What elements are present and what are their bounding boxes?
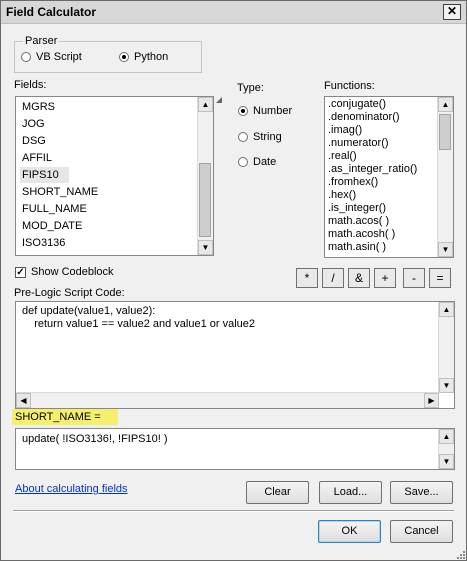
radio-off-icon <box>238 132 248 142</box>
radio-on-icon <box>119 52 129 62</box>
minus-button[interactable]: - <box>403 268 425 288</box>
close-button[interactable]: ✕ <box>443 4 461 20</box>
separator <box>13 510 454 512</box>
scroll-up-icon[interactable]: ▲ <box>439 302 454 317</box>
fields-label: Fields: <box>14 79 47 91</box>
pre-logic-code-editor[interactable]: def update(value1, value2): return value… <box>15 301 455 409</box>
function-item[interactable]: .as_integer_ratio() <box>328 163 417 176</box>
radio-on-icon <box>238 106 248 116</box>
scroll-down-icon[interactable]: ▼ <box>439 454 454 469</box>
function-item[interactable]: .numerator() <box>328 137 389 150</box>
functions-scrollbar[interactable]: ▲ ▼ <box>437 97 453 257</box>
save-button[interactable]: Save... <box>390 481 453 504</box>
type-number-radio[interactable]: Number <box>238 105 292 117</box>
field-calculator-window: Field Calculator ✕ Parser VB Script Pyth… <box>0 0 467 561</box>
function-item[interactable]: math.acosh( ) <box>328 228 395 241</box>
type-number-label: Number <box>253 105 293 117</box>
function-item[interactable]: .denominator() <box>328 111 400 124</box>
radio-off-icon <box>238 157 248 167</box>
multiply-button[interactable]: * <box>296 268 318 288</box>
function-item[interactable]: .is_integer() <box>328 202 386 215</box>
fields-list[interactable]: MGRS JOG DSG AFFIL FIPS10 SHORT_NAME FUL… <box>15 96 214 256</box>
load-button[interactable]: Load... <box>319 481 382 504</box>
field-item[interactable]: FULL_NAME <box>22 201 87 217</box>
about-calculating-fields-link[interactable]: About calculating fields <box>15 483 128 495</box>
functions-list[interactable]: .conjugate() .denominator() .imag() .num… <box>324 96 454 258</box>
field-item-selected[interactable]: FIPS10 <box>20 167 69 183</box>
expression-text: update( !ISO3136!, !FIPS10! ) <box>22 433 168 445</box>
title-bar[interactable]: Field Calculator ✕ <box>1 1 466 24</box>
function-item[interactable]: .imag() <box>328 124 362 137</box>
scroll-up-icon[interactable]: ▲ <box>438 97 453 112</box>
parser-vbscript-label: VB Script <box>36 51 82 63</box>
type-string-label: String <box>253 131 282 143</box>
code-vscrollbar[interactable]: ▲ ▼ <box>438 302 454 393</box>
scroll-left-icon[interactable]: ◀ <box>16 393 31 408</box>
checkmark-icon: ✓ <box>15 266 26 278</box>
scroll-down-icon[interactable]: ▼ <box>439 378 454 393</box>
window-title: Field Calculator <box>6 5 97 19</box>
field-item[interactable]: MGRS <box>22 99 55 115</box>
field-item[interactable]: DSG <box>22 133 46 149</box>
function-item[interactable]: .real() <box>328 150 357 163</box>
type-string-radio[interactable]: String <box>238 131 282 143</box>
parser-python-label: Python <box>134 51 169 63</box>
parser-vbscript-radio[interactable]: VB Script <box>21 51 82 63</box>
function-item[interactable]: .hex() <box>328 189 356 202</box>
function-item[interactable]: .fromhex() <box>328 176 378 189</box>
parser-label: Parser <box>23 35 60 47</box>
ok-button[interactable]: OK <box>318 520 381 543</box>
cancel-button[interactable]: Cancel <box>390 520 453 543</box>
field-item[interactable]: SHORT_NAME <box>22 184 98 200</box>
field-item[interactable]: AFFIL <box>22 150 52 166</box>
show-codeblock-label: Show Codeblock <box>31 266 114 278</box>
field-item[interactable]: JOG <box>22 116 45 132</box>
scroll-down-icon[interactable]: ▼ <box>438 242 453 257</box>
divide-button[interactable]: / <box>322 268 344 288</box>
expression-label: SHORT_NAME = <box>15 411 101 423</box>
radio-off-icon <box>21 52 31 62</box>
pre-logic-label: Pre-Logic Script Code: <box>14 287 125 299</box>
scroll-thumb[interactable] <box>199 163 211 237</box>
scroll-up-icon[interactable]: ▲ <box>439 429 454 444</box>
functions-label: Functions: <box>324 80 375 92</box>
plus-button[interactable]: + <box>374 268 396 288</box>
expression-editor[interactable]: update( !ISO3136!, !FIPS10! ) ▲ ▼ <box>15 428 455 470</box>
equals-button[interactable]: = <box>429 268 451 288</box>
scroll-thumb[interactable] <box>439 114 451 150</box>
code-hscrollbar[interactable]: ◀ ▶ <box>16 392 439 408</box>
resize-grip-icon <box>216 97 222 103</box>
clear-button[interactable]: Clear <box>246 481 309 504</box>
close-icon: ✕ <box>446 4 458 18</box>
expression-scrollbar[interactable]: ▲ ▼ <box>438 429 454 469</box>
scroll-down-icon[interactable]: ▼ <box>198 240 213 255</box>
scroll-right-icon[interactable]: ▶ <box>424 393 439 408</box>
type-label: Type: <box>237 82 264 94</box>
type-date-label: Date <box>253 156 277 168</box>
function-item[interactable]: math.asin( ) <box>328 241 386 254</box>
show-codeblock-checkbox[interactable]: ✓ Show Codeblock <box>15 266 114 278</box>
ampersand-button[interactable]: & <box>348 268 370 288</box>
function-item[interactable]: math.acos( ) <box>328 215 389 228</box>
function-item[interactable]: .conjugate() <box>328 98 386 111</box>
field-item[interactable]: ISO3136 <box>22 235 65 251</box>
parser-python-radio[interactable]: Python <box>119 51 168 63</box>
window-resize-grip-icon[interactable] <box>457 551 465 559</box>
pre-logic-code-text: def update(value1, value2): return value… <box>22 305 255 330</box>
fields-scrollbar[interactable]: ▲ ▼ <box>197 97 213 255</box>
type-date-radio[interactable]: Date <box>238 156 276 168</box>
scroll-up-icon[interactable]: ▲ <box>198 97 213 112</box>
field-item[interactable]: MOD_DATE <box>22 218 82 234</box>
